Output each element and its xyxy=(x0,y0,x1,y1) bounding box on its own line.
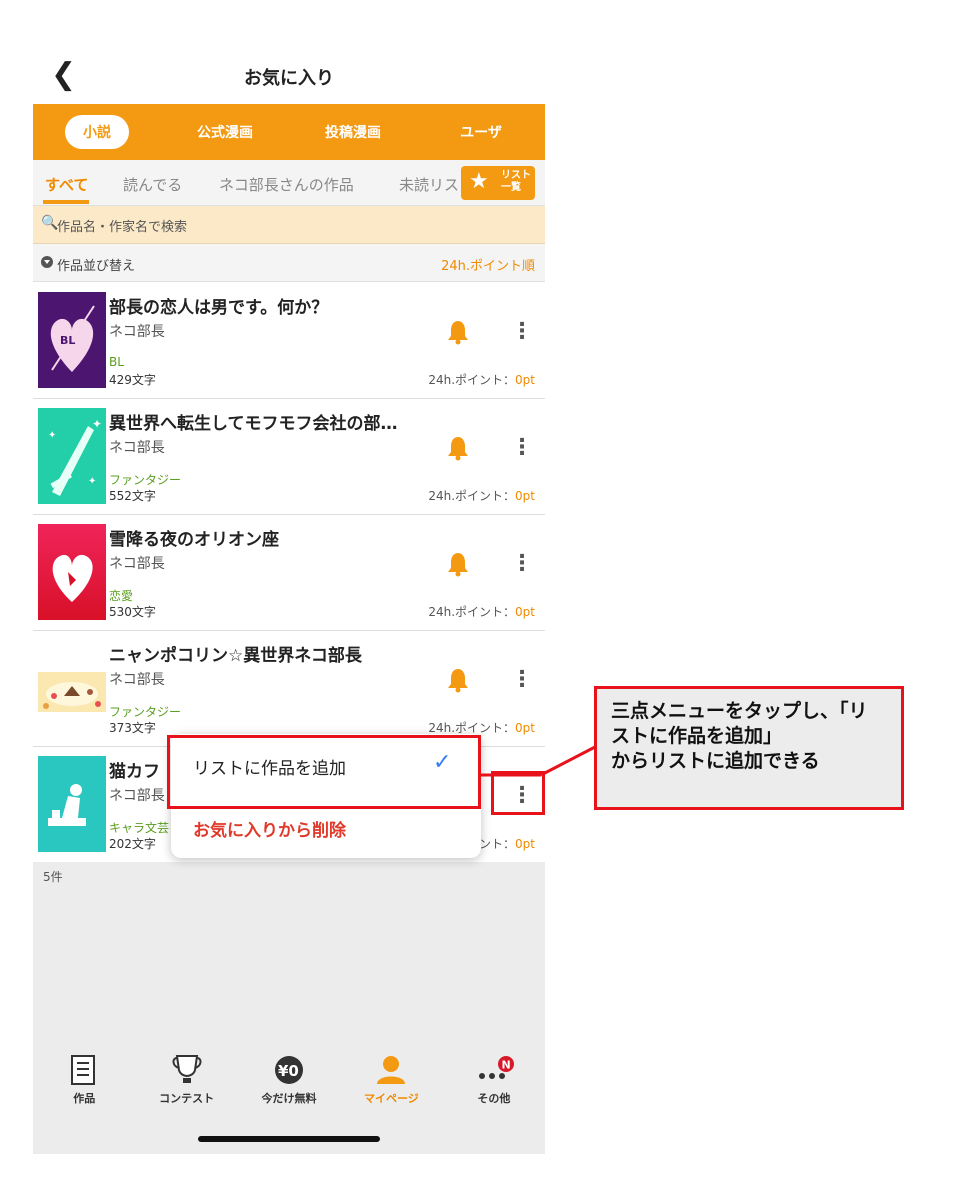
tab-novel[interactable]: 小説 xyxy=(33,115,161,149)
svg-text:¥0: ¥0 xyxy=(278,1062,299,1080)
subtab-unread-list[interactable]: 未読リス xyxy=(399,174,459,195)
item-char-count: 429文字 xyxy=(109,373,156,387)
active-tab-indicator xyxy=(43,200,89,204)
header-bar: ❮ お気に入り xyxy=(33,52,545,102)
item-author: ネコ部長 xyxy=(109,672,165,688)
list-item[interactable]: BL 部長の恋人は男です。何か？ ネコ部長 BL 429文字 24h.ポイント：… xyxy=(33,283,545,399)
nav-contest[interactable]: コンテスト xyxy=(135,1050,237,1120)
svg-text:BL: BL xyxy=(60,334,75,347)
item-title[interactable]: 雪降る夜のオリオン座 xyxy=(109,525,279,550)
chevron-down-circle-icon xyxy=(41,256,53,268)
cover-image xyxy=(38,640,106,736)
bell-icon[interactable] xyxy=(445,435,471,461)
bell-icon[interactable] xyxy=(445,319,471,345)
item-genre: ファンタジー xyxy=(109,705,182,719)
svg-text:✦: ✦ xyxy=(92,417,102,431)
item-points: 24h.ポイント：0pt xyxy=(428,489,535,503)
cover-image xyxy=(38,756,106,852)
list-overview-button[interactable]: ★ リスト 一覧 xyxy=(461,166,535,200)
sort-value[interactable]: 24h.ポイント順 xyxy=(441,255,535,274)
list-item[interactable]: 雪降る夜のオリオン座 ネコ部長 恋愛 530文字 24h.ポイント：0pt ⋮ xyxy=(33,515,545,631)
cover-image xyxy=(38,524,106,620)
item-count: 5件 xyxy=(43,870,63,884)
sort-bar[interactable]: 作品並び替え 24h.ポイント順 xyxy=(33,244,545,282)
bottom-nav: 作品 コンテスト ¥0 今だけ無料 マイページ N その他 xyxy=(33,1050,545,1120)
bell-icon[interactable] xyxy=(445,667,471,693)
search-icon: 🔍 xyxy=(41,215,59,231)
list-item[interactable]: ✦ ✦ ✦ 異世界へ転生してモフモフ会社の部… ネコ部長 ファンタジー 552文字 … xyxy=(33,399,545,515)
item-title[interactable]: ニャンポコリン☆異世界ネコ部長 xyxy=(109,641,362,666)
item-author: ネコ部長 xyxy=(109,440,165,456)
more-menu-icon[interactable]: ⋮ xyxy=(511,667,533,693)
cover-image: ✦ ✦ ✦ xyxy=(38,408,106,504)
item-title[interactable]: 猫カフ xyxy=(109,757,160,782)
tab-official-manga[interactable]: 公式漫画 xyxy=(161,122,289,142)
callout-connector xyxy=(481,745,596,777)
callout-line3: からリストに追加できる xyxy=(611,750,820,772)
nav-free-now[interactable]: ¥0 今だけ無料 xyxy=(238,1050,340,1120)
item-points: 24h.ポイント：0pt xyxy=(428,373,535,387)
page-title: お気に入り xyxy=(244,68,334,89)
svg-text:✦: ✦ xyxy=(88,476,96,487)
callout-line2: ストに作品を追加」 xyxy=(611,725,783,747)
remove-favorite-option[interactable]: お気に入りから削除 xyxy=(193,816,346,841)
more-menu-icon[interactable]: ⋮ xyxy=(511,319,533,345)
sort-label: 作品並び替え xyxy=(57,259,136,274)
trophy-icon xyxy=(135,1050,237,1086)
svg-text:✦: ✦ xyxy=(48,430,56,441)
list-item[interactable]: ニャンポコリン☆異世界ネコ部長 ネコ部長 ファンタジー 373文字 24h.ポイ… xyxy=(33,631,545,747)
cover-image: BL xyxy=(38,292,106,388)
subtab-author-works[interactable]: ネコ部長さんの作品 xyxy=(219,174,354,195)
item-title[interactable]: 部長の恋人は男です。何か？ xyxy=(109,293,328,318)
yen-zero-icon: ¥0 xyxy=(238,1050,340,1086)
subtab-reading[interactable]: 読んでる xyxy=(123,174,182,195)
callout-line1: 三点メニューをタップし、「リ xyxy=(611,700,868,722)
book-icon xyxy=(33,1050,135,1086)
item-char-count: 202文字 xyxy=(109,837,156,851)
highlight-add-to-list xyxy=(167,735,481,809)
item-title[interactable]: 異世界へ転生してモフモフ会社の部… xyxy=(109,409,398,434)
category-tabs: 小説 公式漫画 投稿漫画 ユーザ xyxy=(33,104,545,160)
item-genre: ファンタジー xyxy=(109,473,182,487)
person-icon xyxy=(340,1050,442,1086)
item-char-count: 530文字 xyxy=(109,605,156,619)
item-points: ント：0pt xyxy=(479,837,535,851)
item-author: ネコ部長 xyxy=(109,788,165,804)
item-genre: 恋愛 xyxy=(109,589,134,603)
nav-others[interactable]: N その他 xyxy=(443,1050,545,1120)
nav-works[interactable]: 作品 xyxy=(33,1050,135,1120)
search-bar[interactable]: 🔍 作品名・作家名で検索 xyxy=(33,206,545,244)
search-placeholder: 作品名・作家名で検索 xyxy=(57,220,188,235)
tab-user[interactable]: ユーザ xyxy=(417,122,545,142)
item-author: ネコ部長 xyxy=(109,556,165,572)
home-indicator xyxy=(198,1136,380,1142)
star-list-icon: ★ xyxy=(469,169,489,194)
list-button-line1: リスト xyxy=(501,170,531,181)
subtab-all[interactable]: すべて xyxy=(45,174,88,195)
tab-posted-manga[interactable]: 投稿漫画 xyxy=(289,122,417,142)
list-button-line2: 一覧 xyxy=(501,182,521,193)
item-char-count: 373文字 xyxy=(109,721,156,735)
nav-mypage[interactable]: マイページ xyxy=(340,1050,442,1120)
item-char-count: 552文字 xyxy=(109,489,156,503)
more-menu-icon[interactable]: ⋮ xyxy=(511,435,533,461)
more-menu-icon[interactable]: ⋮ xyxy=(511,551,533,577)
instruction-callout: 三点メニューをタップし、「リ ストに作品を追加」 からリストに追加できる xyxy=(594,686,904,810)
item-genre: BL xyxy=(109,355,124,369)
bell-icon[interactable] xyxy=(445,551,471,577)
phone-screen: ❮ お気に入り 小説 公式漫画 投稿漫画 ユーザ すべて 読んでる ネコ部長さん… xyxy=(33,0,545,1154)
notification-badge: N xyxy=(501,1059,510,1072)
more-dots-icon: N xyxy=(443,1050,545,1086)
item-genre: キャラ文芸 xyxy=(109,821,170,835)
item-points: 24h.ポイント：0pt xyxy=(428,605,535,619)
item-author: ネコ部長 xyxy=(109,324,165,340)
